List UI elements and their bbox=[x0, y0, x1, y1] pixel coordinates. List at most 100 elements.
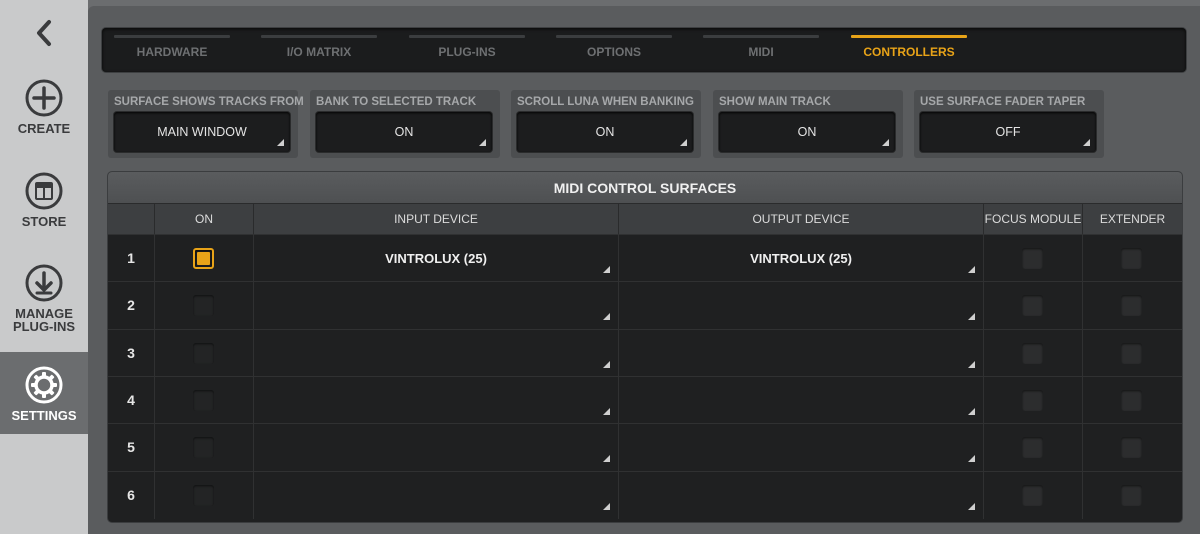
table-row: 5 bbox=[108, 423, 1182, 472]
focus-module-cell bbox=[983, 376, 1082, 424]
tab-hardware[interactable]: HARDWARE bbox=[114, 28, 230, 72]
sidebar: CREATE STORE MANAGE PLUG-INS SETTINGS bbox=[0, 0, 88, 534]
input-device-dropdown[interactable] bbox=[253, 282, 618, 330]
focus-module-cell bbox=[983, 424, 1082, 472]
use-surface-fader-taper-dropdown[interactable]: OFF bbox=[920, 112, 1096, 152]
row-number: 5 bbox=[127, 439, 135, 456]
table-row: 1 VINTROLUX (25) VINTROLUX (25) bbox=[108, 234, 1182, 282]
input-device-dropdown[interactable] bbox=[253, 471, 618, 519]
sidebar-item-manage-plugins[interactable]: MANAGE PLUG-INS bbox=[0, 263, 88, 333]
focus-module-cell bbox=[983, 282, 1082, 330]
output-device-dropdown[interactable]: VINTROLUX (25) bbox=[618, 235, 983, 282]
on-checkbox[interactable] bbox=[193, 437, 214, 459]
output-device-dropdown[interactable] bbox=[618, 376, 983, 424]
on-checkbox[interactable] bbox=[193, 295, 214, 317]
sidebar-item-settings[interactable]: SETTINGS bbox=[0, 352, 88, 434]
sidebar-item-label: MANAGE PLUG-INS bbox=[12, 306, 76, 334]
tab-label: CONTROLLERS bbox=[863, 45, 955, 59]
midi-control-surfaces-panel: MIDI CONTROL SURFACES ON INPUT DEVICE OU… bbox=[108, 172, 1182, 522]
dropdown-triangle-icon bbox=[479, 139, 486, 146]
on-cell bbox=[154, 282, 253, 330]
column-header-extender: EXTENDER bbox=[1082, 204, 1182, 234]
table-row: 6 bbox=[108, 470, 1182, 519]
tab-io-matrix[interactable]: I/O MATRIX bbox=[261, 28, 377, 72]
input-device-dropdown[interactable]: VINTROLUX (25) bbox=[253, 235, 618, 282]
scroll-luna-when-banking-dropdown[interactable]: ON bbox=[517, 112, 693, 152]
sidebar-item-store[interactable]: STORE bbox=[0, 171, 88, 228]
show-main-track-dropdown[interactable]: ON bbox=[719, 112, 895, 152]
back-button[interactable] bbox=[0, 0, 88, 66]
column-header-focus-module: FOCUS MODULE bbox=[983, 204, 1082, 234]
extender-cell bbox=[1082, 282, 1182, 330]
row-number: 6 bbox=[127, 486, 135, 503]
extender-checkbox[interactable] bbox=[1121, 295, 1142, 317]
on-checkbox[interactable] bbox=[193, 248, 214, 269]
focus-module-checkbox[interactable] bbox=[1022, 248, 1043, 269]
gear-icon bbox=[25, 366, 63, 404]
extender-checkbox[interactable] bbox=[1121, 437, 1142, 459]
focus-module-checkbox[interactable] bbox=[1022, 437, 1043, 459]
dropdown-triangle-icon bbox=[603, 407, 610, 415]
dropdown-triangle-icon bbox=[968, 407, 975, 415]
extender-checkbox[interactable] bbox=[1121, 484, 1142, 506]
option-value: ON bbox=[595, 125, 615, 139]
dropdown-triangle-icon bbox=[603, 313, 610, 321]
row-number: 2 bbox=[127, 297, 135, 314]
sidebar-item-label: SETTINGS bbox=[11, 408, 77, 423]
extender-checkbox[interactable] bbox=[1121, 248, 1142, 269]
extender-cell bbox=[1082, 329, 1182, 377]
tab-plug-ins[interactable]: PLUG-INS bbox=[409, 28, 525, 72]
on-cell bbox=[154, 424, 253, 472]
input-device-dropdown[interactable] bbox=[253, 424, 618, 472]
output-device-dropdown[interactable] bbox=[618, 329, 983, 377]
tab-label: I/O MATRIX bbox=[286, 45, 352, 59]
output-device-dropdown[interactable] bbox=[618, 424, 983, 472]
extender-cell bbox=[1082, 424, 1182, 472]
extender-cell bbox=[1082, 471, 1182, 519]
on-checkbox[interactable] bbox=[193, 484, 214, 506]
dropdown-triangle-icon bbox=[882, 139, 889, 146]
dropdown-triangle-icon bbox=[603, 455, 610, 463]
option-label: SURFACE SHOWS TRACKS FROM bbox=[114, 96, 304, 108]
extender-checkbox[interactable] bbox=[1121, 342, 1142, 364]
output-device-value: VINTROLUX (25) bbox=[750, 251, 852, 266]
option-label: BANK TO SELECTED TRACK bbox=[316, 96, 477, 108]
table-header: ON INPUT DEVICE OUTPUT DEVICE FOCUS MODU… bbox=[108, 204, 1182, 234]
option-label: USE SURFACE FADER TAPER bbox=[920, 96, 1086, 108]
bank-to-selected-track-dropdown[interactable]: ON bbox=[316, 112, 492, 152]
extender-checkbox[interactable] bbox=[1121, 389, 1142, 411]
tab-controllers[interactable]: CONTROLLERS bbox=[851, 28, 967, 72]
option-label: SCROLL LUNA WHEN BANKING bbox=[517, 96, 694, 108]
focus-module-checkbox[interactable] bbox=[1022, 295, 1043, 317]
table-row: 3 bbox=[108, 328, 1182, 377]
focus-module-checkbox[interactable] bbox=[1022, 342, 1043, 364]
dropdown-triangle-icon bbox=[603, 360, 610, 368]
tab-label: PLUG-INS bbox=[438, 45, 496, 59]
tab-label: OPTIONS bbox=[586, 45, 641, 59]
dropdown-triangle-icon bbox=[680, 139, 687, 146]
on-cell bbox=[154, 376, 253, 424]
tab-options[interactable]: OPTIONS bbox=[556, 28, 672, 72]
table-row: 2 bbox=[108, 281, 1182, 330]
on-checkbox[interactable] bbox=[193, 389, 214, 411]
panel-title: MIDI CONTROL SURFACES bbox=[108, 172, 1182, 204]
dropdown-triangle-icon bbox=[968, 360, 975, 368]
focus-module-checkbox[interactable] bbox=[1022, 484, 1043, 506]
dropdown-triangle-icon bbox=[968, 266, 975, 273]
output-device-dropdown[interactable] bbox=[618, 471, 983, 519]
dropdown-triangle-icon bbox=[968, 502, 975, 510]
tab-midi[interactable]: MIDI bbox=[703, 28, 819, 72]
surface-shows-tracks-dropdown[interactable]: MAIN WINDOW bbox=[114, 112, 290, 152]
option-surface-shows-tracks: SURFACE SHOWS TRACKS FROM MAIN WINDOW bbox=[108, 90, 304, 158]
dropdown-triangle-icon bbox=[968, 455, 975, 463]
input-device-dropdown[interactable] bbox=[253, 329, 618, 377]
dropdown-triangle-icon bbox=[277, 139, 284, 146]
focus-module-checkbox[interactable] bbox=[1022, 389, 1043, 411]
output-device-dropdown[interactable] bbox=[618, 282, 983, 330]
focus-module-cell bbox=[983, 329, 1082, 377]
tab-label: HARDWARE bbox=[136, 45, 208, 59]
on-checkbox[interactable] bbox=[193, 342, 214, 364]
input-device-dropdown[interactable] bbox=[253, 376, 618, 424]
sidebar-item-create[interactable]: CREATE bbox=[0, 78, 88, 135]
option-label: SHOW MAIN TRACK bbox=[719, 96, 831, 108]
